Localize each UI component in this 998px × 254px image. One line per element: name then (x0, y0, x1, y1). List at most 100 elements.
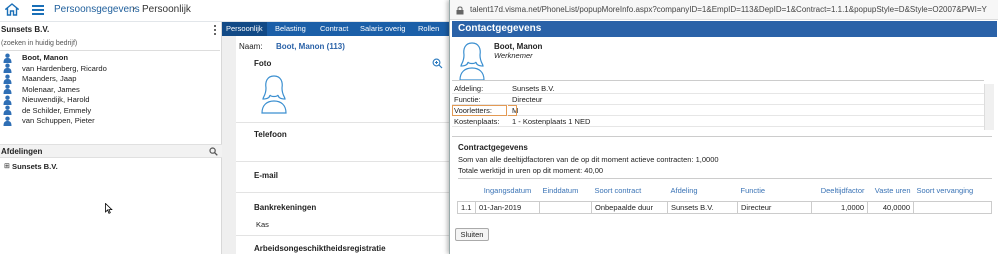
scrollbar[interactable] (984, 84, 994, 130)
employee-list-item[interactable]: Maanders, Jaap (3, 73, 203, 84)
tab-belasting[interactable]: Belasting (271, 22, 310, 36)
name-value: Boot, Manon (113) (276, 42, 345, 51)
highlight-box (452, 105, 507, 116)
divider (236, 161, 452, 162)
person-icon (3, 116, 12, 126)
info-key: Functie: (454, 95, 481, 104)
email-label: E-mail (254, 171, 279, 180)
person-icon (3, 53, 12, 63)
info-row: Functie: Directeur (452, 95, 992, 105)
table-cell (913, 201, 992, 214)
employee-name: Maanders, Jaap (22, 74, 77, 83)
table-header-row: Ingangsdatum Einddatum Soort contract Af… (457, 178, 992, 202)
divider (236, 235, 452, 236)
middle-gutter (222, 36, 236, 254)
column-header[interactable]: Vaste uren (867, 178, 914, 202)
employee-search-input[interactable]: (zoeken in huidig bedrijf) (0, 40, 220, 51)
column-header[interactable]: Functie (737, 178, 812, 202)
employee-name: de Schilder, Emmely (22, 105, 92, 115)
tab-persoonlijk[interactable]: Persoonlijk (222, 22, 267, 36)
employee-name: Molenaar, James (22, 84, 80, 94)
telefoon-label: Telefoon (254, 130, 287, 139)
table-cell: Onbepaalde duur (591, 201, 668, 214)
table-row[interactable]: 1.1 01-Jan-2019 Onbepaalde duur Sunsets … (457, 201, 992, 214)
company-title: Sunsets B.V. (1, 25, 50, 34)
popup-title: Contactgegevens (452, 21, 997, 37)
person-icon (3, 105, 12, 115)
breadcrumb-persoonlijk: Persoonlijk (142, 4, 191, 15)
foto-label: Foto (254, 59, 272, 68)
highlight-box (508, 105, 517, 116)
avatar-placeholder-icon (261, 75, 287, 114)
tab-rollen[interactable]: Rollen (414, 22, 443, 36)
table-cell: Directeur (737, 201, 812, 214)
search-icon[interactable] (209, 147, 218, 156)
table-cell: 1.1 (457, 201, 476, 214)
employee-name: Nieuwendijk, Harold (22, 95, 90, 104)
table-cell: 01-Jan-2019 (475, 201, 540, 214)
info-row: Voorletters: M (452, 106, 992, 116)
employee-list-item[interactable]: Nieuwendijk, Harold (3, 94, 203, 105)
person-icon (3, 74, 12, 84)
info-row: Afdeling: Sunsets B.V. (452, 84, 992, 94)
more-options-icon[interactable] (214, 25, 217, 36)
close-button[interactable]: Sluiten (455, 228, 489, 241)
info-value: 1 - Kostenplaats 1 NED (512, 117, 591, 126)
employee-list-item[interactable]: Molenaar, James (3, 84, 203, 95)
departments-title: Afdelingen (1, 147, 43, 156)
bank-label: Bankrekeningen (254, 203, 317, 212)
divider (236, 122, 452, 123)
divider (452, 136, 992, 137)
bank-value: Kas (256, 220, 269, 229)
contract-title: Contractgegevens (458, 143, 528, 152)
info-key: Afdeling: (454, 84, 484, 93)
tree-expand-icon[interactable]: ⊞ (4, 162, 10, 170)
contract-summary-2: Totale werktijd in uren op dit moment: 4… (458, 166, 604, 175)
top-bar: Persoonsgegevens › Persoonlijk (0, 0, 450, 22)
employee-list-item[interactable]: de Schilder, Emmely (3, 105, 203, 116)
tab-contract[interactable]: Contract (316, 22, 352, 36)
column-header[interactable]: Ingangsdatum (475, 178, 540, 202)
breadcrumb-persoonsgegevens[interactable]: Persoonsgegevens (54, 4, 140, 15)
employee-list-item[interactable]: Boot, Manon (3, 52, 203, 63)
table-cell: 40,0000 (867, 201, 914, 214)
column-header[interactable]: Soort contract (591, 178, 668, 202)
contact-popup: talent17d.visma.net/PhoneList/popupMoreI… (449, 0, 998, 254)
info-key: Kostenplaats: (454, 117, 500, 126)
column-header[interactable]: Afdeling (667, 178, 738, 202)
column-header[interactable]: Deeltijdfactor (811, 178, 868, 202)
person-icon (3, 63, 12, 73)
zoom-in-icon[interactable] (432, 58, 443, 69)
column-header[interactable]: Soort vervanging (913, 178, 992, 202)
menu-icon[interactable] (32, 5, 44, 15)
name-label: Naam: (239, 42, 263, 51)
divider (452, 80, 984, 81)
mouse-cursor-icon (105, 203, 113, 214)
url-text[interactable]: talent17d.visma.net/PhoneList/popupMoreI… (470, 5, 987, 14)
person-icon (3, 95, 12, 105)
info-value: Sunsets B.V. (512, 84, 555, 93)
employee-list-item[interactable]: van Hardenberg, Ricardo (3, 63, 203, 74)
lock-icon (456, 6, 464, 15)
info-value: Directeur (512, 95, 543, 104)
person-name: Boot, Manon (494, 42, 543, 51)
employee-name: van Hardenberg, Ricardo (22, 63, 107, 73)
column-header[interactable]: Einddatum (539, 178, 592, 202)
divider (236, 192, 452, 193)
table-cell: 1,0000 (811, 201, 868, 214)
column-header (457, 178, 476, 202)
avatar-placeholder-icon (459, 42, 485, 81)
tree-root-sunsets[interactable]: Sunsets B.V. (12, 162, 58, 171)
employee-panel: Sunsets B.V. (zoeken in huidig bedrijf) … (0, 22, 222, 254)
table-cell (539, 201, 592, 214)
employee-list-item[interactable]: van Schuppen, Pieter (3, 115, 203, 126)
departments-header: Afdelingen (0, 144, 222, 158)
employee-name: van Schuppen, Pieter (22, 116, 95, 125)
tab-salaris-overig[interactable]: Salaris overig (356, 22, 409, 36)
contract-summary-1: Som van alle deeltijdfactoren van de op … (458, 155, 719, 164)
home-icon[interactable] (5, 3, 19, 16)
breadcrumb-separator: › (132, 3, 136, 14)
tab-bar: Persoonlijk Belasting Contract Salaris o… (222, 22, 454, 36)
person-role: Werknemer (494, 51, 533, 60)
contract-table: Ingangsdatum Einddatum Soort contract Af… (457, 178, 992, 214)
